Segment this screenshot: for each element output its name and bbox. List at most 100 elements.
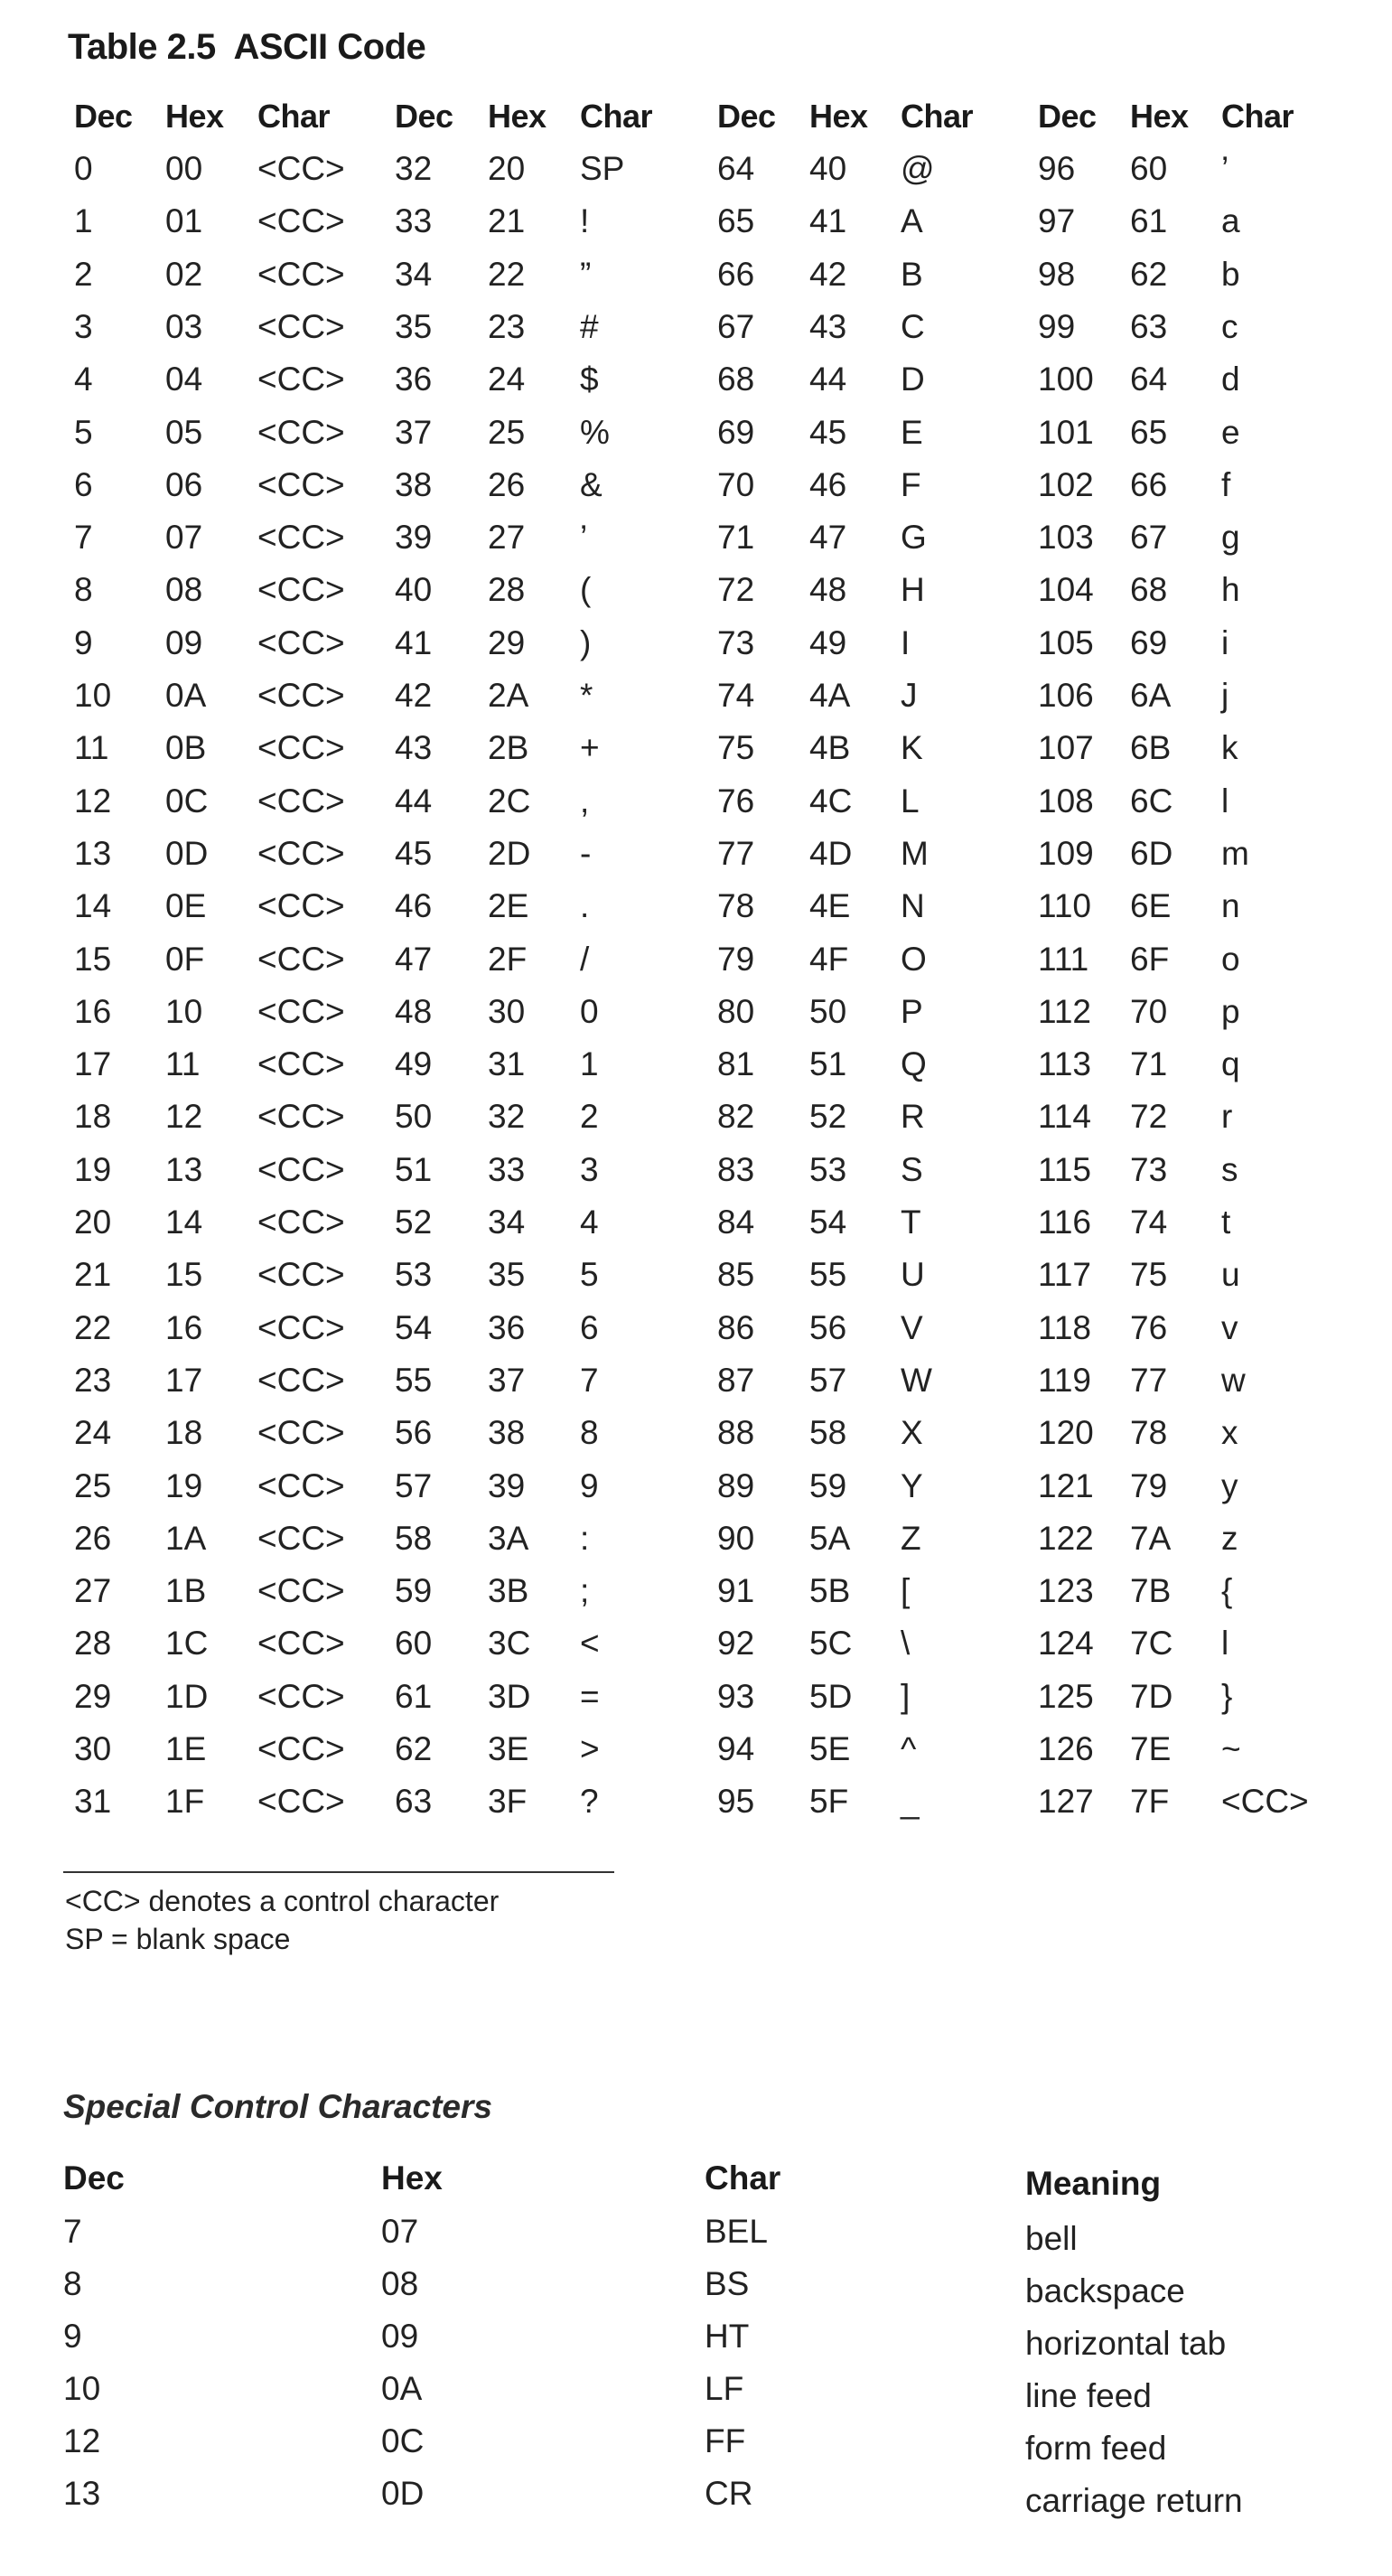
cell-char: B — [901, 255, 923, 293]
cell-char: ^ — [901, 1730, 917, 1767]
cell-dec: 22 — [74, 1308, 112, 1346]
cell-hex: 63 — [1130, 307, 1168, 345]
cell-char: Q — [901, 1045, 927, 1083]
cell-dec: 42 — [395, 677, 433, 714]
cell-hex: 04 — [165, 361, 203, 398]
cell-dec: 25 — [74, 1466, 112, 1504]
cell-hex: 61 — [1130, 202, 1168, 240]
cell-dec: 109 — [1038, 834, 1094, 872]
cell-dec: 55 — [395, 1361, 433, 1399]
special-header-meaning: Meaning — [1025, 2165, 1162, 2202]
cell-char: H — [901, 571, 925, 609]
cell-char: M — [901, 834, 929, 872]
cell-char: \ — [901, 1625, 911, 1663]
cell-hex: 39 — [488, 1466, 526, 1504]
cell-char: > — [580, 1730, 600, 1767]
cell-dec: 61 — [395, 1677, 433, 1715]
cell-char: 1 — [580, 1045, 599, 1083]
cell-dec: 114 — [1038, 1098, 1091, 1136]
cell-hex: 17 — [165, 1361, 203, 1399]
cell-char: x — [1221, 1414, 1238, 1452]
cell-hex: 0F — [165, 940, 205, 978]
cell-dec: 36 — [395, 361, 433, 398]
cell-dec: 104 — [1038, 571, 1094, 609]
cell-char: <CC> — [257, 729, 345, 767]
cell-char: D — [901, 361, 925, 398]
cell-hex: 4D — [809, 834, 853, 872]
cell-char: SP — [580, 150, 625, 187]
cell-hex: 5C — [809, 1625, 853, 1663]
cell-dec: 59 — [395, 1572, 433, 1610]
cell-hex: 11 — [165, 1045, 201, 1083]
cell-char: J — [901, 677, 918, 714]
cell-char: g — [1221, 519, 1240, 557]
cell-char: ’ — [1221, 150, 1229, 187]
cell-hex: 25 — [488, 413, 526, 451]
cell-char: X — [901, 1414, 923, 1452]
cell-dec: 123 — [1038, 1572, 1094, 1610]
column-header-dec: Dec — [1038, 98, 1097, 135]
cell-dec: 48 — [395, 992, 433, 1030]
cell-char: R — [901, 1098, 925, 1136]
cell-char: z — [1221, 1519, 1238, 1557]
cell-char: <CC> — [257, 1466, 345, 1504]
cell-char: 0 — [580, 992, 599, 1030]
cell-hex: 30 — [488, 992, 526, 1030]
cell-hex: 54 — [809, 1204, 847, 1241]
cell-char: <CC> — [257, 361, 345, 398]
cell-dec: 94 — [717, 1730, 755, 1767]
cell-hex: 2E — [488, 887, 529, 925]
cell-char: & — [580, 465, 603, 503]
cell-dec: 90 — [717, 1519, 755, 1557]
cell-hex: 6D — [1130, 834, 1173, 872]
special-cell-hex: 0C — [381, 2422, 425, 2459]
cell-dec: 24 — [74, 1414, 112, 1452]
cell-hex: 48 — [809, 571, 847, 609]
special-header-hex: Hex — [381, 2159, 443, 2197]
cell-hex: 28 — [488, 571, 526, 609]
cell-hex: 74 — [1130, 1204, 1168, 1241]
cell-dec: 116 — [1038, 1204, 1091, 1241]
cell-dec: 77 — [717, 834, 755, 872]
cell-hex: 07 — [165, 519, 203, 557]
cell-hex: 09 — [165, 623, 203, 661]
cell-dec: 68 — [717, 361, 755, 398]
special-header-dec: Dec — [63, 2159, 125, 2197]
cell-char: F — [901, 465, 921, 503]
cell-dec: 112 — [1038, 992, 1091, 1030]
cell-dec: 121 — [1038, 1466, 1094, 1504]
special-header-char: Char — [705, 2159, 781, 2197]
cell-char: Z — [901, 1519, 921, 1557]
cell-dec: 69 — [717, 413, 755, 451]
cell-char: <CC> — [257, 1677, 345, 1715]
cell-char: <CC> — [257, 940, 345, 978]
cell-char: 6 — [580, 1308, 599, 1346]
cell-hex: 1B — [165, 1572, 207, 1610]
cell-dec: 21 — [74, 1256, 112, 1294]
cell-dec: 4 — [74, 361, 93, 398]
cell-char: E — [901, 413, 923, 451]
cell-dec: 23 — [74, 1361, 112, 1399]
cell-dec: 44 — [395, 782, 433, 820]
cell-char: ~ — [1221, 1730, 1241, 1767]
cell-hex: 43 — [809, 307, 847, 345]
cell-char: L — [901, 782, 920, 820]
cell-dec: 122 — [1038, 1519, 1094, 1557]
cell-hex: 72 — [1130, 1098, 1168, 1136]
cell-dec: 87 — [717, 1361, 755, 1399]
cell-dec: 28 — [74, 1625, 112, 1663]
cell-char: r — [1221, 1098, 1233, 1136]
column-header-hex: Hex — [488, 98, 547, 135]
cell-dec: 46 — [395, 887, 433, 925]
cell-char: <CC> — [257, 255, 345, 293]
cell-hex: 6C — [1130, 782, 1173, 820]
special-cell-char: CR — [705, 2475, 753, 2512]
cell-hex: 05 — [165, 413, 203, 451]
special-cell-hex: 0A — [381, 2370, 423, 2407]
cell-char: _ — [901, 1783, 920, 1821]
cell-char: <CC> — [257, 782, 345, 820]
cell-hex: 5B — [809, 1572, 851, 1610]
cell-hex: 29 — [488, 623, 526, 661]
cell-char: <CC> — [257, 1204, 345, 1241]
cell-char: <CC> — [257, 1730, 345, 1767]
